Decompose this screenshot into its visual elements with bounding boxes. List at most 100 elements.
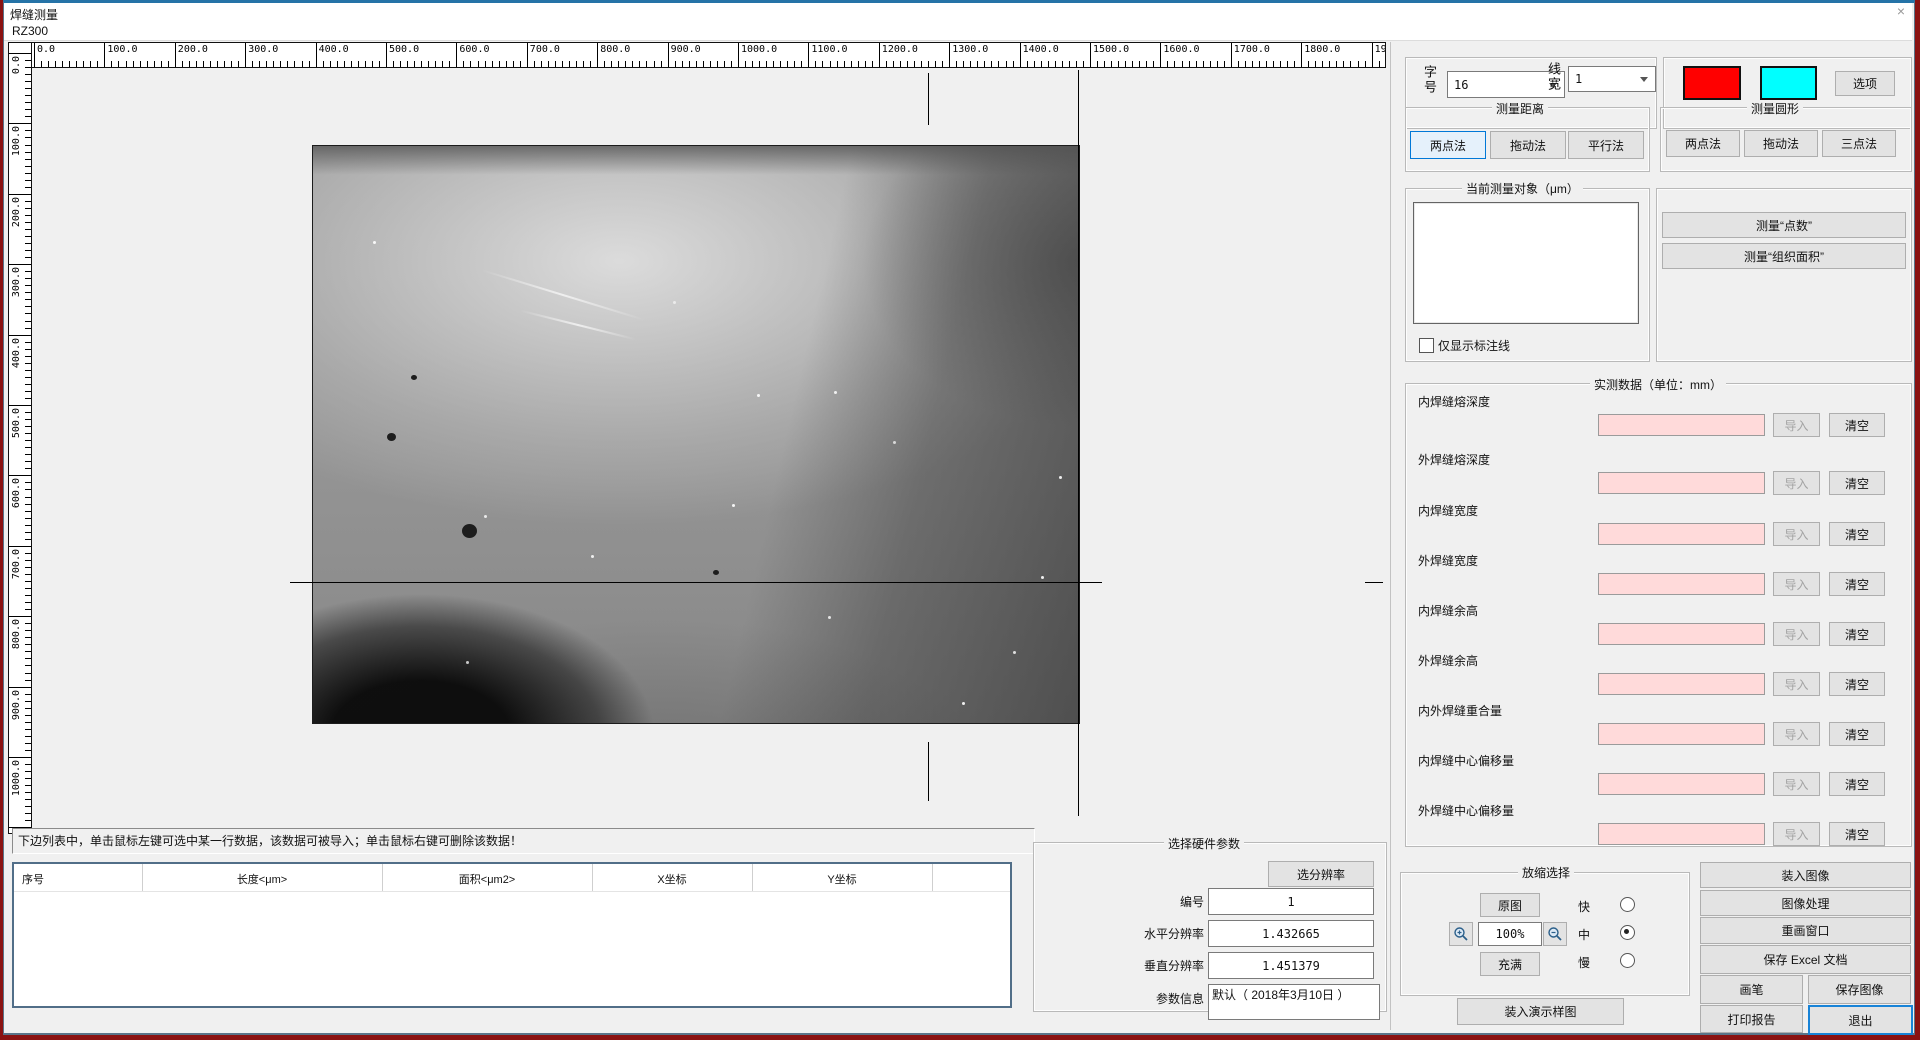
h-ruler-minor-tick [604, 61, 605, 67]
secondary-color-swatch[interactable] [1760, 66, 1817, 100]
distance-drag-button[interactable]: 拖动法 [1490, 131, 1566, 159]
menu-item-rz300[interactable]: RZ300 [12, 24, 48, 38]
clear-button[interactable]: 清空 [1829, 672, 1885, 696]
clear-button[interactable]: 清空 [1829, 471, 1885, 495]
field-value-hres[interactable]: 1.432665 [1208, 920, 1374, 947]
only-lines-checkbox[interactable] [1419, 338, 1434, 353]
column-separator [142, 864, 143, 891]
field-value-vres[interactable]: 1.451379 [1208, 952, 1374, 979]
current-object-listbox[interactable] [1413, 202, 1639, 324]
measured-value-input[interactable] [1598, 472, 1765, 494]
field-value-paraminfo[interactable]: 默认（ 2018年3月10日 ） [1208, 984, 1380, 1020]
v-ruler-minor-tick [25, 201, 31, 202]
zoom-in-button[interactable] [1449, 922, 1473, 946]
clear-button[interactable]: 清空 [1829, 822, 1885, 846]
image-process-button[interactable]: 图像处理 [1700, 890, 1911, 916]
h-ruler-label: 400.0 [319, 44, 349, 55]
v-ruler-minor-tick [25, 630, 31, 631]
v-ruler-minor-tick [25, 384, 31, 385]
line-width-select[interactable]: 1 [1568, 66, 1656, 92]
h-ruler-minor-tick [555, 61, 556, 67]
measured-value-input[interactable] [1598, 573, 1765, 595]
save-image-button[interactable]: 保存图像 [1808, 975, 1911, 1004]
zoom-fill-button[interactable]: 充满 [1480, 952, 1540, 976]
distance-two-point-button[interactable]: 两点法 [1410, 131, 1486, 159]
v-ruler-minor-tick [25, 236, 31, 237]
clear-button[interactable]: 清空 [1829, 772, 1885, 796]
primary-color-swatch[interactable] [1683, 66, 1741, 100]
circle-three-point-button[interactable]: 三点法 [1822, 130, 1896, 157]
import-button[interactable]: 导入 [1773, 572, 1820, 596]
v-ruler-minor-tick [25, 321, 31, 322]
speed-slow-radio[interactable] [1620, 953, 1635, 968]
h-ruler-minor-tick [703, 61, 704, 67]
import-button[interactable]: 导入 [1773, 722, 1820, 746]
save-excel-button[interactable]: 保存 Excel 文档 [1700, 945, 1911, 974]
v-ruler-minor-tick [25, 278, 31, 279]
distance-parallel-button[interactable]: 平行法 [1568, 131, 1644, 159]
measured-value-input[interactable] [1598, 823, 1765, 845]
measured-value-input[interactable] [1598, 414, 1765, 436]
measured-value-input[interactable] [1598, 673, 1765, 695]
weld-photo[interactable] [312, 145, 1080, 724]
import-button[interactable]: 导入 [1773, 822, 1820, 846]
measure-points-button[interactable]: 测量“点数” [1662, 212, 1906, 238]
circle-drag-button[interactable]: 拖动法 [1744, 130, 1818, 157]
h-ruler-minor-tick [1097, 61, 1098, 67]
load-image-button[interactable]: 装入图像 [1700, 862, 1911, 888]
measured-value-input[interactable] [1598, 723, 1765, 745]
v-ruler-label: 600.0 [11, 478, 22, 508]
circle-two-point-button[interactable]: 两点法 [1666, 130, 1740, 157]
measured-value-input[interactable] [1598, 623, 1765, 645]
select-resolution-button[interactable]: 选分辨率 [1268, 861, 1374, 887]
v-ruler-minor-tick [25, 673, 31, 674]
import-button[interactable]: 导入 [1773, 772, 1820, 796]
speed-medium-radio[interactable] [1620, 925, 1635, 940]
measured-value-input[interactable] [1598, 523, 1765, 545]
clear-button[interactable]: 清空 [1829, 572, 1885, 596]
print-report-button[interactable]: 打印报告 [1700, 1005, 1803, 1033]
v-ruler-minor-tick [25, 497, 31, 498]
import-button[interactable]: 导入 [1773, 471, 1820, 495]
zoom-out-button[interactable] [1543, 922, 1567, 946]
clear-button[interactable]: 清空 [1829, 622, 1885, 646]
load-demo-button[interactable]: 装入演示样图 [1457, 998, 1624, 1025]
v-ruler-minor-tick [25, 504, 31, 505]
clear-button[interactable]: 清空 [1829, 413, 1885, 437]
h-ruler-minor-tick [639, 61, 640, 67]
h-ruler-minor-tick [646, 61, 647, 67]
h-ruler-minor-tick [759, 61, 760, 67]
h-ruler-minor-tick [794, 61, 795, 67]
measured-value-input[interactable] [1598, 773, 1765, 795]
import-button[interactable]: 导入 [1773, 672, 1820, 696]
exit-button[interactable]: 退出 [1808, 1005, 1913, 1035]
h-ruler-minor-tick [815, 61, 816, 67]
v-ruler-minor-tick [25, 680, 31, 681]
h-ruler-minor-tick [942, 61, 943, 67]
v-ruler-minor-tick [25, 518, 31, 519]
speed-fast-radio[interactable] [1620, 897, 1635, 912]
options-button[interactable]: 选项 [1835, 71, 1895, 96]
close-icon[interactable]: × [1889, 4, 1913, 20]
import-button[interactable]: 导入 [1773, 622, 1820, 646]
v-ruler-minor-tick [25, 145, 31, 146]
import-button[interactable]: 导入 [1773, 522, 1820, 546]
clear-button[interactable]: 清空 [1829, 722, 1885, 746]
clear-button[interactable]: 清空 [1829, 522, 1885, 546]
paintbrush-button[interactable]: 画笔 [1700, 975, 1803, 1004]
only-lines-checkbox-label[interactable]: 仅显示标注线 [1438, 337, 1510, 354]
results-table[interactable]: 序号 长度<μm> 面积<μm2> X坐标 Y坐标 [12, 862, 1012, 1008]
h-ruler-minor-tick [414, 61, 415, 67]
import-button[interactable]: 导入 [1773, 413, 1820, 437]
h-ruler-minor-tick [1203, 61, 1204, 67]
h-ruler-minor-tick [1273, 61, 1274, 67]
h-ruler-minor-tick [1350, 61, 1351, 67]
zoom-original-button[interactable]: 原图 [1480, 893, 1540, 917]
measure-area-button[interactable]: 测量“组织面积” [1662, 243, 1906, 269]
zoom-percent-field[interactable]: 100% [1478, 922, 1542, 946]
v-ruler-minor-tick [25, 109, 31, 110]
h-ruler-minor-tick [168, 61, 169, 67]
redraw-window-button[interactable]: 重画窗口 [1700, 917, 1911, 944]
v-ruler-minor-tick [25, 609, 31, 610]
field-value-id[interactable]: 1 [1208, 888, 1374, 915]
